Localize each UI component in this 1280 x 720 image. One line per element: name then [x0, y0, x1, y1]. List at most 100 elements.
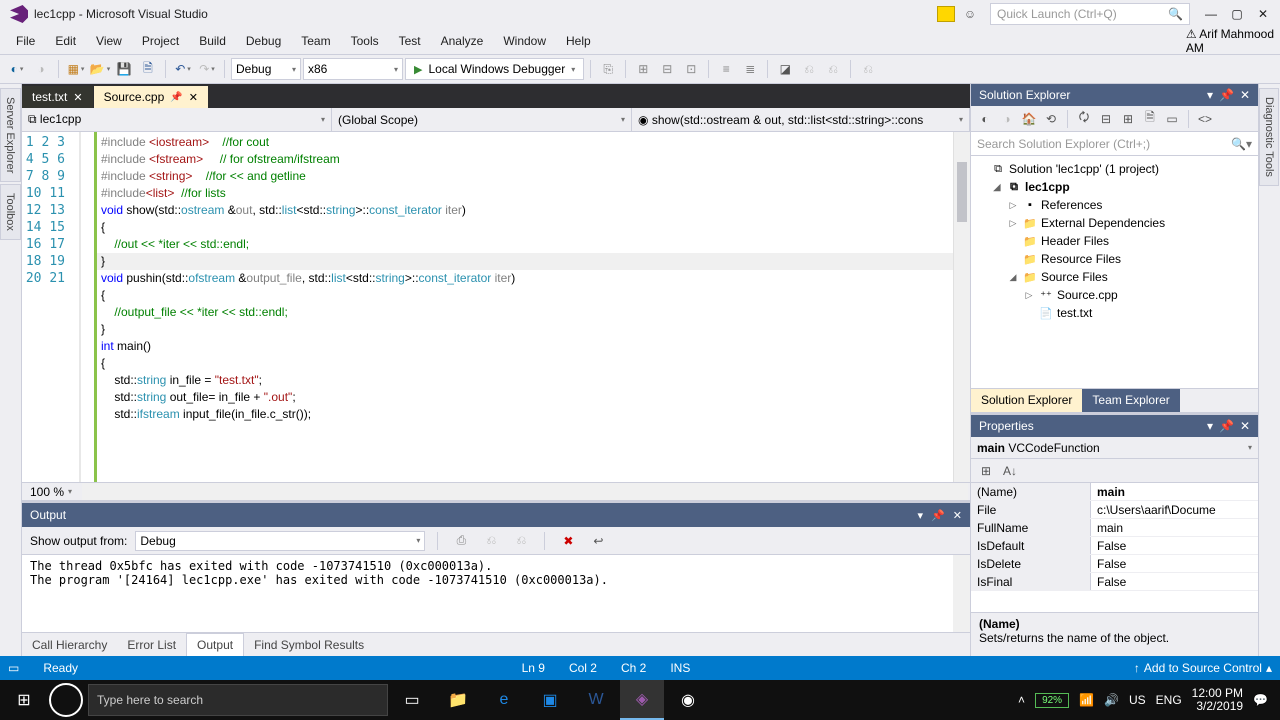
taskbar-obs[interactable]: ◉ [666, 680, 710, 720]
maximize-button[interactable]: ▢ [1224, 4, 1250, 24]
tab-team-explorer[interactable]: Team Explorer [1082, 389, 1179, 412]
tree-item[interactable]: 📁Resource Files [971, 250, 1258, 268]
tb-btn-1[interactable]: ⎘ [597, 58, 619, 80]
fold-gutter[interactable] [80, 132, 94, 482]
tb-btn-7[interactable]: ⎌ [857, 58, 879, 80]
task-view-button[interactable]: ▭ [390, 680, 434, 720]
menu-debug[interactable]: Debug [236, 30, 291, 52]
navigate-forward-button[interactable]: ◑ [30, 58, 52, 80]
feedback-icon[interactable]: ☺ [960, 4, 980, 24]
tb-btn-4[interactable]: ⊡ [680, 58, 702, 80]
nav-scope-global[interactable]: (Global Scope) [332, 108, 632, 131]
panel-close-icon[interactable]: ✕ [953, 509, 962, 522]
tree-item[interactable]: ▷📁External Dependencies [971, 214, 1258, 232]
props-pin-icon[interactable]: 📌 [1219, 419, 1234, 433]
bookmark-button[interactable]: ◪ [774, 58, 796, 80]
menu-view[interactable]: View [86, 30, 132, 52]
bottom-tab-find-symbol-results[interactable]: Find Symbol Results [244, 634, 374, 656]
config-dropdown[interactable]: Debug [231, 58, 301, 80]
notifications-icon[interactable]: 💬 [1253, 693, 1268, 707]
close-icon[interactable]: ✕ [73, 91, 82, 104]
se-preview-button[interactable]: ▭ [1162, 109, 1182, 129]
platform-dropdown[interactable]: x86 [303, 58, 403, 80]
taskbar-search[interactable]: Type here to search [88, 684, 388, 716]
menu-file[interactable]: File [6, 30, 45, 52]
undo-button[interactable]: ↶ [172, 58, 194, 80]
se-properties-button[interactable]: 🗎 [1140, 109, 1160, 129]
nav-scope-project[interactable]: ⧉ lec1cpp [22, 108, 332, 131]
se-show-all-button[interactable]: ⊞ [1118, 109, 1138, 129]
se-back-button[interactable]: ◐ [975, 109, 995, 129]
cortana-button[interactable] [46, 680, 86, 720]
tree-item[interactable]: ▷⁺⁺Source.cpp [971, 286, 1258, 304]
tree-item[interactable]: 📄test.txt [971, 304, 1258, 322]
source-control-button[interactable]: ↑ Add to Source Control ▴ [1134, 661, 1272, 675]
bottom-tab-call-hierarchy[interactable]: Call Hierarchy [22, 634, 117, 656]
tree-item[interactable]: ▷▪References [971, 196, 1258, 214]
se-search-input[interactable]: Search Solution Explorer (Ctrl+;) 🔍▾ [971, 132, 1258, 156]
tb-btn-2[interactable]: ⊞ [632, 58, 654, 80]
indent-button[interactable]: ≣ [739, 58, 761, 80]
tb-btn-5[interactable]: ⎌ [798, 58, 820, 80]
notification-icon[interactable] [936, 4, 956, 24]
tray-up-icon[interactable]: ˄ [1018, 693, 1025, 707]
lang-indicator-2[interactable]: ENG [1156, 693, 1182, 707]
tree-item[interactable]: ⧉Solution 'lec1cpp' (1 project) [971, 160, 1258, 178]
save-button[interactable]: 💾 [113, 58, 135, 80]
se-dropdown-icon[interactable]: ▾ [1207, 88, 1213, 102]
properties-grid[interactable]: (Name)mainFilec:\Users\aarif\DocumeFullN… [971, 483, 1258, 612]
menu-team[interactable]: Team [291, 30, 340, 52]
start-debug-button[interactable]: ▶ Local Windows Debugger ▾ [405, 58, 584, 80]
start-button[interactable]: ⊞ [4, 680, 44, 720]
code-content[interactable]: #include <iostream> //for cout#include <… [94, 132, 953, 482]
open-file-button[interactable]: 📂 [89, 58, 111, 80]
taskbar-edge[interactable]: e [482, 680, 526, 720]
clock[interactable]: 12:00 PM 3/2/2019 [1192, 687, 1243, 713]
bottom-tab-output[interactable]: Output [186, 633, 244, 656]
volume-icon[interactable]: 🔊 [1104, 693, 1119, 707]
doc-tab[interactable]: Source.cpp📌✕ [94, 86, 209, 108]
output-btn-3[interactable]: ⎌ [510, 530, 532, 552]
property-row[interactable]: IsFinalFalse [971, 573, 1258, 591]
output-btn-1[interactable]: ⎙ [450, 530, 472, 552]
menu-analyze[interactable]: Analyze [431, 30, 494, 52]
panel-pin-icon[interactable]: 📌 [931, 509, 945, 522]
menu-test[interactable]: Test [389, 30, 431, 52]
horizontal-scrollbar[interactable] [82, 483, 968, 500]
tree-item[interactable]: ◢📁Source Files [971, 268, 1258, 286]
taskbar-visual-studio[interactable]: ◈ [620, 680, 664, 720]
property-row[interactable]: (Name)main [971, 483, 1258, 501]
properties-object-dropdown[interactable]: main VCCodeFunction [971, 437, 1258, 459]
taskbar-app-2[interactable]: ▣ [528, 680, 572, 720]
tb-btn-3[interactable]: ⊟ [656, 58, 678, 80]
battery-indicator[interactable]: 92% [1035, 693, 1069, 708]
output-scrollbar[interactable] [953, 555, 970, 632]
zoom-dropdown[interactable]: 100 % [22, 485, 80, 499]
wifi-icon[interactable]: 📶 [1079, 693, 1094, 707]
minimize-button[interactable]: — [1198, 4, 1224, 24]
tab-server-explorer[interactable]: Server Explorer [0, 88, 21, 182]
se-close-icon[interactable]: ✕ [1240, 88, 1250, 102]
property-row[interactable]: Filec:\Users\aarif\Docume [971, 501, 1258, 519]
output-source-dropdown[interactable]: Debug [135, 531, 425, 551]
tree-item[interactable]: ◢⧉lec1cpp [971, 178, 1258, 196]
se-sync-button[interactable]: ⟲ [1041, 109, 1061, 129]
tree-item[interactable]: 📁Header Files [971, 232, 1258, 250]
property-row[interactable]: IsDefaultFalse [971, 537, 1258, 555]
tb-btn-6[interactable]: ⎌ [822, 58, 844, 80]
close-icon[interactable]: ✕ [189, 91, 198, 104]
panel-dropdown-icon[interactable]: ▾ [918, 509, 924, 522]
outdent-button[interactable]: ≡ [715, 58, 737, 80]
bottom-tab-error-list[interactable]: Error List [117, 634, 186, 656]
menu-edit[interactable]: Edit [45, 30, 86, 52]
menu-window[interactable]: Window [493, 30, 556, 52]
output-btn-2[interactable]: ⎌ [480, 530, 502, 552]
doc-tab[interactable]: test.txt✕ [22, 86, 94, 108]
taskbar-app-1[interactable]: 📁 [436, 680, 480, 720]
props-dropdown-icon[interactable]: ▾ [1207, 419, 1213, 433]
menu-tools[interactable]: Tools [341, 30, 389, 52]
vertical-scrollbar[interactable] [953, 132, 970, 482]
redo-button[interactable]: ↷ [196, 58, 218, 80]
code-editor[interactable]: 1 2 3 4 5 6 7 8 9 10 11 12 13 14 15 16 1… [22, 132, 970, 482]
property-row[interactable]: IsDeleteFalse [971, 555, 1258, 573]
